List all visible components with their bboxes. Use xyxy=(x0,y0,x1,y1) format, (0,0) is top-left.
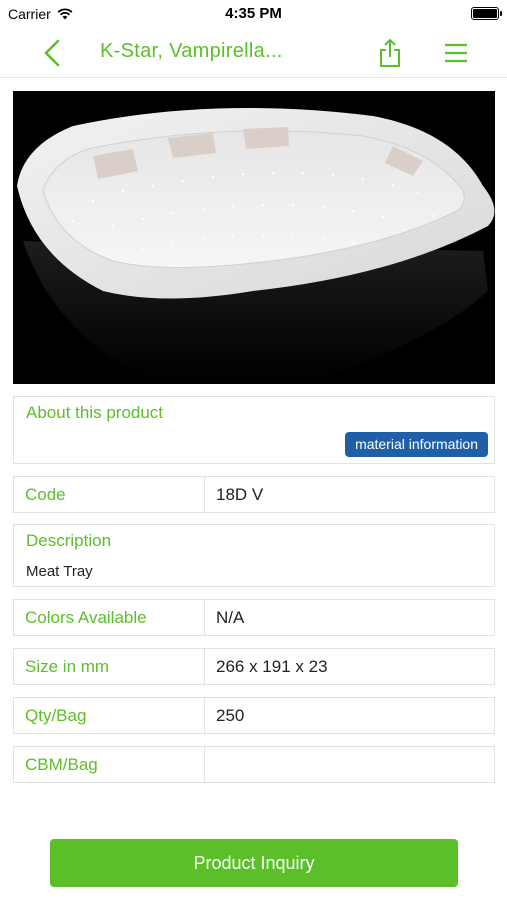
description-section: Description Meat Tray xyxy=(13,524,495,587)
detail-row-size: Size in mm 266 x 191 x 23 xyxy=(13,648,495,685)
row-label: Qty/Bag xyxy=(14,698,205,733)
row-value: 18D V xyxy=(216,485,264,504)
navigation-bar: K-Star, Vampirella... xyxy=(0,28,507,78)
status-bar: Carrier 4:35 PM xyxy=(0,0,507,28)
status-time: 4:35 PM xyxy=(225,5,282,22)
detail-row-cbm: CBM/Bag xyxy=(13,746,495,783)
back-chevron-icon[interactable] xyxy=(40,38,66,68)
row-value: 266 x 191 x 23 xyxy=(216,657,328,676)
battery-icon xyxy=(471,7,502,20)
detail-row-colors: Colors Available N/A xyxy=(13,599,495,636)
detail-row-qty: Qty/Bag 250 xyxy=(13,697,495,734)
share-icon[interactable] xyxy=(376,37,404,69)
row-value: N/A xyxy=(216,608,245,627)
product-inquiry-button[interactable]: Product Inquiry xyxy=(50,839,458,887)
description-text: Meat Tray xyxy=(26,563,93,580)
product-image xyxy=(13,91,495,384)
row-label: CBM/Bag xyxy=(14,747,205,782)
meat-tray-image xyxy=(17,108,495,381)
description-title: Description xyxy=(26,531,112,550)
about-title: About this product xyxy=(26,403,164,422)
row-value xyxy=(205,747,494,782)
page-title: K-Star, Vampirella... xyxy=(100,40,283,62)
row-label: Colors Available xyxy=(14,600,205,635)
row-label: Size in mm xyxy=(14,649,205,684)
row-label: Code xyxy=(14,477,205,512)
detail-row-code: Code 18D V xyxy=(13,476,495,513)
about-product-section: About this product material information xyxy=(13,396,495,464)
menu-icon[interactable] xyxy=(443,41,469,65)
material-information-button[interactable]: material information xyxy=(345,432,488,457)
row-value: 250 xyxy=(216,706,245,725)
